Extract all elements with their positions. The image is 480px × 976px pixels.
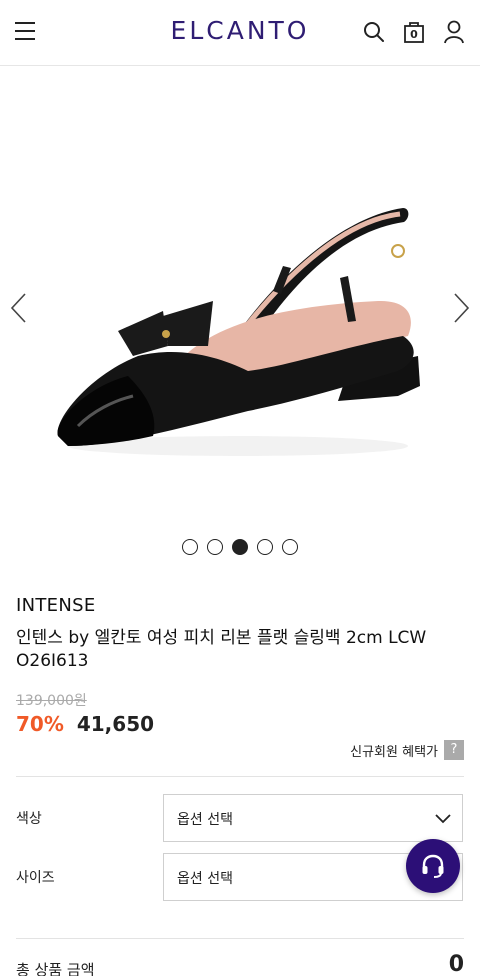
color-select[interactable]: 옵션 선택 bbox=[163, 794, 463, 842]
divider bbox=[16, 938, 464, 939]
pagination-dot-3[interactable] bbox=[232, 539, 248, 555]
divider bbox=[16, 776, 464, 777]
sale-price: 41,650 bbox=[76, 712, 155, 736]
total-value: 0 bbox=[448, 952, 464, 976]
chevron-left-icon[interactable] bbox=[8, 291, 30, 325]
member-benefit: 신규회원 혜택가 ? bbox=[350, 740, 464, 760]
product-title: 인텐스 by 엘칸토 여성 피치 리본 플랫 슬링백 2cm LCW O26I6… bbox=[16, 628, 427, 671]
chevron-down-icon bbox=[435, 814, 451, 824]
search-icon[interactable] bbox=[362, 19, 386, 45]
pagination-dot-2[interactable] bbox=[207, 539, 223, 555]
member-benefit-label: 신규회원 혜택가 bbox=[350, 744, 438, 760]
chevron-right-icon[interactable] bbox=[450, 291, 472, 325]
total-label: 총 상품 금액 bbox=[16, 961, 95, 976]
cart-count: 0 bbox=[410, 28, 418, 41]
price-row: 70% 41,650 bbox=[16, 712, 154, 736]
color-select-value: 옵션 선택 bbox=[177, 812, 233, 828]
pagination-dot-5[interactable] bbox=[282, 539, 298, 555]
color-label: 색상 bbox=[16, 811, 42, 827]
original-price: 139,000원 bbox=[16, 693, 87, 709]
help-icon[interactable]: ? bbox=[444, 740, 464, 760]
product-gallery[interactable] bbox=[0, 66, 480, 526]
discount-rate: 70% bbox=[16, 712, 64, 736]
size-select-value: 옵션 선택 bbox=[177, 871, 233, 887]
pagination-dot-1[interactable] bbox=[182, 539, 198, 555]
customer-service-button[interactable] bbox=[406, 839, 460, 893]
user-icon[interactable] bbox=[442, 19, 466, 45]
product-image bbox=[57, 208, 420, 456]
product-brand[interactable]: INTENSE bbox=[16, 595, 96, 616]
shopping-bag-button[interactable]: 0 bbox=[402, 19, 426, 45]
size-label: 사이즈 bbox=[16, 870, 55, 886]
gallery-pagination bbox=[0, 539, 480, 555]
header: ELCANTO 0 bbox=[0, 0, 480, 66]
headset-icon bbox=[422, 854, 444, 878]
pagination-dot-4[interactable] bbox=[257, 539, 273, 555]
